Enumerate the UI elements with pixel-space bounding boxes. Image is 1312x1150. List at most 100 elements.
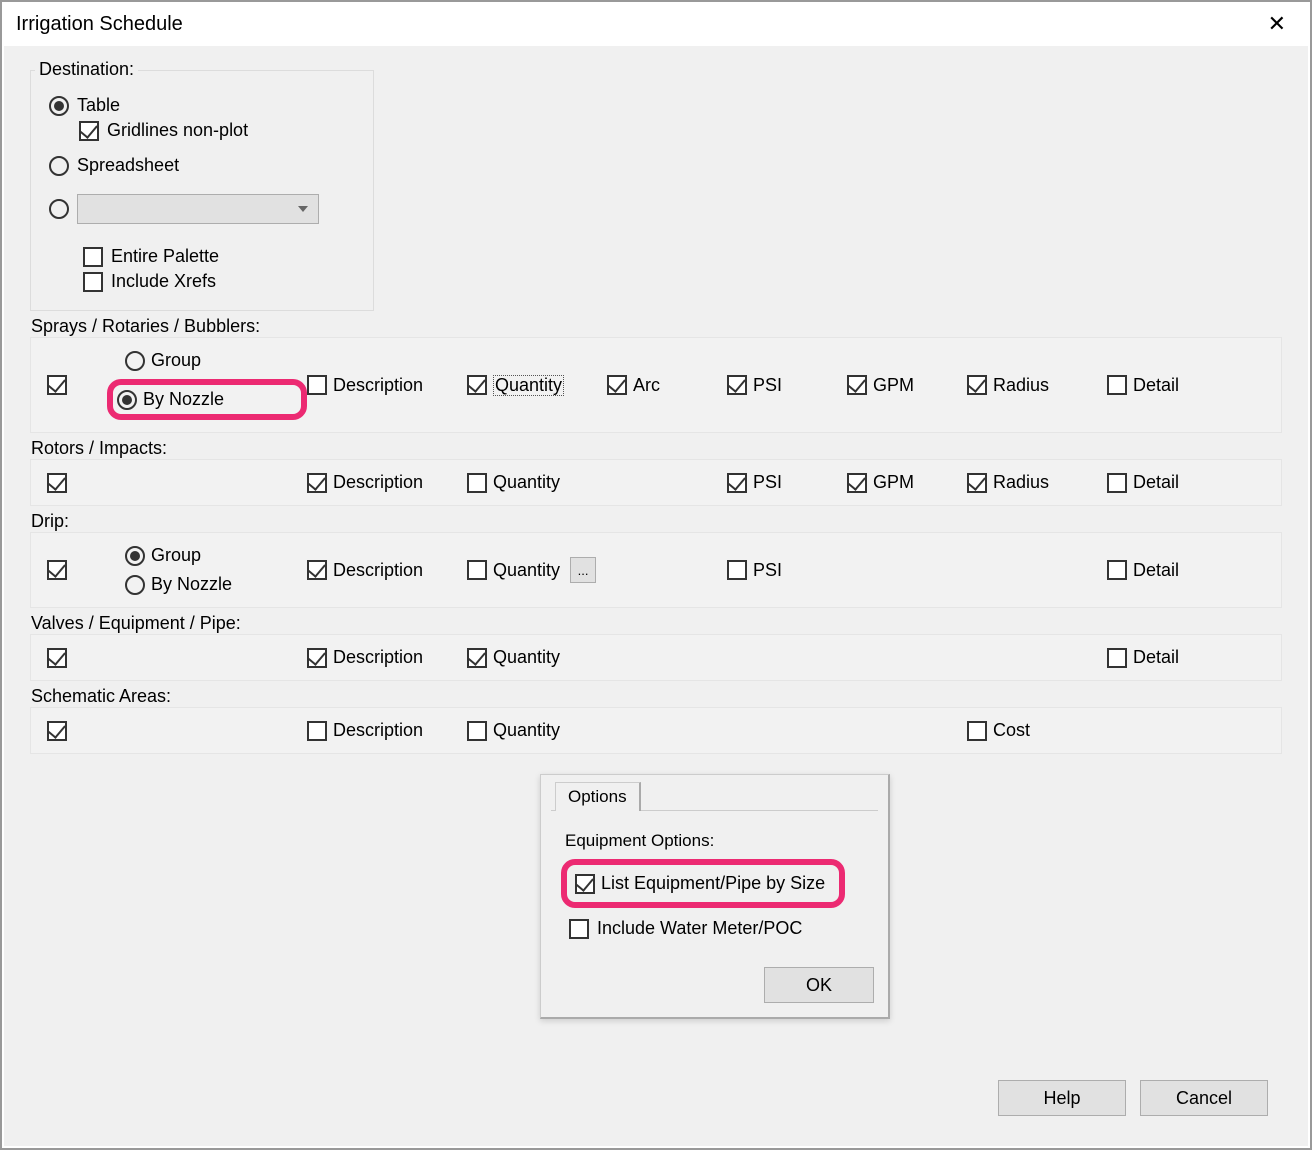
- valves-description[interactable]: [307, 648, 327, 668]
- checkbox-entire-palette[interactable]: [83, 247, 103, 267]
- schematic-cost[interactable]: [967, 721, 987, 741]
- lbl: By Nozzle: [151, 574, 232, 595]
- sprays-by-nozzle-label: By Nozzle: [143, 389, 224, 410]
- sprays-description[interactable]: [307, 375, 327, 395]
- list-by-size-label: List Equipment/Pipe by Size: [601, 873, 825, 894]
- section-schematic: Schematic Areas: Description Quantity Co…: [30, 707, 1282, 754]
- lbl: Detail: [1133, 472, 1179, 493]
- lbl: Quantity: [493, 647, 560, 668]
- lbl: Quantity: [493, 560, 560, 581]
- lbl: PSI: [753, 560, 782, 581]
- lbl: Radius: [993, 472, 1049, 493]
- options-ok-button[interactable]: OK: [764, 967, 874, 1003]
- options-tab[interactable]: Options: [555, 782, 641, 811]
- lbl: Detail: [1133, 647, 1179, 668]
- valves-enable[interactable]: [47, 648, 67, 668]
- drip-enable[interactable]: [47, 560, 67, 580]
- destination-legend: Destination:: [35, 59, 138, 80]
- titlebar: Irrigation Schedule ✕: [2, 2, 1310, 46]
- section-drip: Drip: Group By Nozzle Description Quanti…: [30, 532, 1282, 608]
- radio-table[interactable]: [49, 96, 69, 116]
- drip-radio-by-nozzle[interactable]: [125, 575, 145, 595]
- lbl-focused: Quantity: [493, 375, 564, 396]
- lbl: GPM: [873, 375, 914, 396]
- sprays-enable[interactable]: [47, 375, 67, 395]
- checkbox-include-xrefs[interactable]: [83, 272, 103, 292]
- section-schematic-title: Schematic Areas:: [31, 686, 171, 707]
- checkbox-list-by-size[interactable]: [575, 874, 595, 894]
- cancel-button[interactable]: Cancel: [1140, 1080, 1268, 1116]
- include-meter-label: Include Water Meter/POC: [597, 918, 802, 939]
- destination-dropdown[interactable]: [77, 194, 319, 224]
- radio-custom[interactable]: [49, 199, 69, 219]
- section-sprays-title: Sprays / Rotaries / Bubblers:: [31, 316, 260, 337]
- drip-detail[interactable]: [1107, 560, 1127, 580]
- section-drip-title: Drip:: [31, 511, 69, 532]
- sprays-arc[interactable]: [607, 375, 627, 395]
- window-title: Irrigation Schedule: [16, 13, 183, 36]
- equipment-options-label: Equipment Options:: [565, 831, 868, 851]
- lbl: Radius: [993, 375, 1049, 396]
- checkbox-include-meter[interactable]: [569, 919, 589, 939]
- rotors-enable[interactable]: [47, 473, 67, 493]
- sprays-radio-group[interactable]: [125, 351, 145, 371]
- options-popup: Options Equipment Options: List Equipmen…: [540, 774, 890, 1019]
- chevron-down-icon: [298, 206, 308, 212]
- sprays-gpm[interactable]: [847, 375, 867, 395]
- help-button[interactable]: Help: [998, 1080, 1126, 1116]
- rotors-description[interactable]: [307, 473, 327, 493]
- sprays-group-label: Group: [151, 350, 201, 371]
- rotors-psi[interactable]: [727, 473, 747, 493]
- drip-quantity-more[interactable]: ...: [570, 557, 596, 583]
- rotors-detail[interactable]: [1107, 473, 1127, 493]
- checkbox-gridlines-label: Gridlines non-plot: [107, 120, 248, 141]
- sprays-radius[interactable]: [967, 375, 987, 395]
- lbl: Cost: [993, 720, 1030, 741]
- lbl: Quantity: [493, 720, 560, 741]
- radio-spreadsheet-label: Spreadsheet: [77, 155, 179, 176]
- schematic-enable[interactable]: [47, 721, 67, 741]
- drip-radio-group[interactable]: [125, 546, 145, 566]
- lbl: Description: [333, 560, 423, 581]
- valves-detail[interactable]: [1107, 648, 1127, 668]
- highlight-list-by-size: List Equipment/Pipe by Size: [561, 859, 845, 908]
- destination-group: Destination: Table Gridlines non-plot Sp…: [30, 70, 374, 311]
- lbl: Description: [333, 472, 423, 493]
- dialog-window: Irrigation Schedule ✕ Destination: Table…: [0, 0, 1312, 1150]
- sprays-detail[interactable]: [1107, 375, 1127, 395]
- rotors-radius[interactable]: [967, 473, 987, 493]
- drip-description[interactable]: [307, 560, 327, 580]
- drip-quantity[interactable]: [467, 560, 487, 580]
- checkbox-gridlines[interactable]: [79, 121, 99, 141]
- client-area: Destination: Table Gridlines non-plot Sp…: [4, 46, 1308, 1146]
- lbl: Detail: [1133, 375, 1179, 396]
- lbl: Description: [333, 375, 423, 396]
- section-valves: Valves / Equipment / Pipe: Description Q…: [30, 634, 1282, 681]
- sprays-psi[interactable]: [727, 375, 747, 395]
- rotors-quantity[interactable]: [467, 473, 487, 493]
- lbl: Quantity: [493, 472, 560, 493]
- lbl: Group: [151, 545, 201, 566]
- section-sprays: Sprays / Rotaries / Bubblers: Group By N…: [30, 337, 1282, 433]
- lbl: Description: [333, 647, 423, 668]
- checkbox-include-xrefs-label: Include Xrefs: [111, 271, 216, 292]
- radio-spreadsheet[interactable]: [49, 156, 69, 176]
- section-rotors: Rotors / Impacts: Description Quantity P…: [30, 459, 1282, 506]
- lbl: Description: [333, 720, 423, 741]
- schematic-description[interactable]: [307, 721, 327, 741]
- checkbox-entire-palette-label: Entire Palette: [111, 246, 219, 267]
- highlight-by-nozzle: By Nozzle: [107, 379, 307, 420]
- section-valves-title: Valves / Equipment / Pipe:: [31, 613, 241, 634]
- lbl: PSI: [753, 472, 782, 493]
- close-icon[interactable]: ✕: [1258, 7, 1296, 41]
- lbl: PSI: [753, 375, 782, 396]
- sprays-quantity[interactable]: [467, 375, 487, 395]
- drip-psi[interactable]: [727, 560, 747, 580]
- valves-quantity[interactable]: [467, 648, 487, 668]
- lbl: GPM: [873, 472, 914, 493]
- rotors-gpm[interactable]: [847, 473, 867, 493]
- lbl: Detail: [1133, 560, 1179, 581]
- sprays-radio-by-nozzle[interactable]: [117, 390, 137, 410]
- schematic-quantity[interactable]: [467, 721, 487, 741]
- lbl: Arc: [633, 375, 660, 396]
